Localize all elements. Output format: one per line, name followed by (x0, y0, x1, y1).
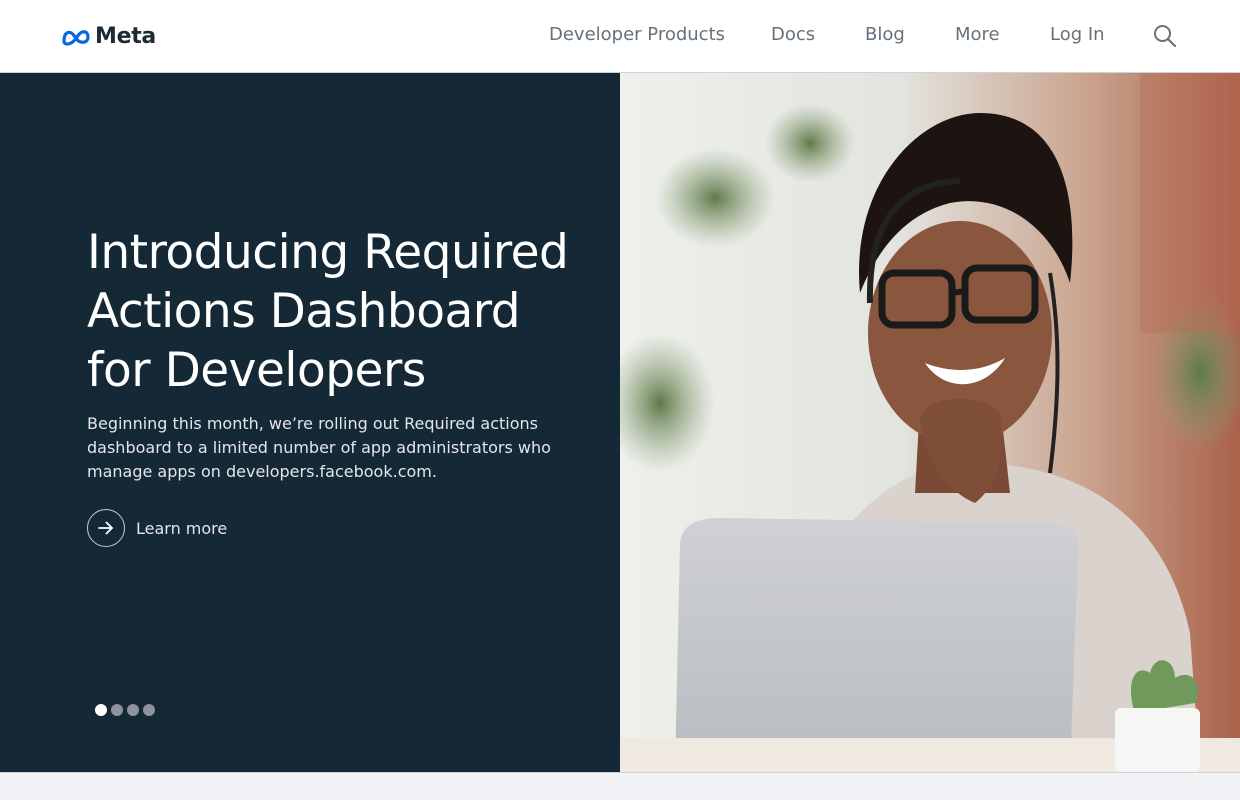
nav-developer-products[interactable]: Developer Products (549, 24, 725, 45)
carousel-dot-1[interactable] (95, 704, 107, 716)
nav-docs[interactable]: Docs (771, 24, 815, 45)
carousel-dot-3[interactable] (127, 704, 139, 716)
carousel-dot-4[interactable] (143, 704, 155, 716)
carousel-indicators (95, 704, 155, 716)
meta-infinity-icon (61, 26, 91, 48)
learn-more-link[interactable]: Learn more (87, 509, 227, 547)
nav-blog[interactable]: Blog (865, 24, 905, 45)
hero-description: Beginning this month, we’re rolling out … (87, 414, 551, 481)
hero-carousel: Introducing Required Actions Dashboard f… (0, 73, 1240, 772)
carousel-dot-2[interactable] (111, 704, 123, 716)
meta-logo[interactable]: Meta (61, 24, 156, 49)
hero-text-panel: Introducing Required Actions Dashboard f… (0, 73, 620, 772)
logo-text: Meta (95, 24, 156, 49)
hero-photo (620, 73, 1240, 772)
nav-log-in[interactable]: Log In (1050, 24, 1105, 45)
nav-more[interactable]: More (955, 24, 1000, 45)
learn-more-label: Learn more (136, 518, 228, 538)
site-header: Meta Developer Products Docs Blog More L… (0, 0, 1240, 73)
content-section-start (0, 772, 1240, 800)
arrow-right-icon[interactable] (87, 509, 125, 547)
search-icon[interactable] (1152, 23, 1178, 49)
hero-title: Introducing Required Actions Dashboard f… (87, 225, 569, 398)
